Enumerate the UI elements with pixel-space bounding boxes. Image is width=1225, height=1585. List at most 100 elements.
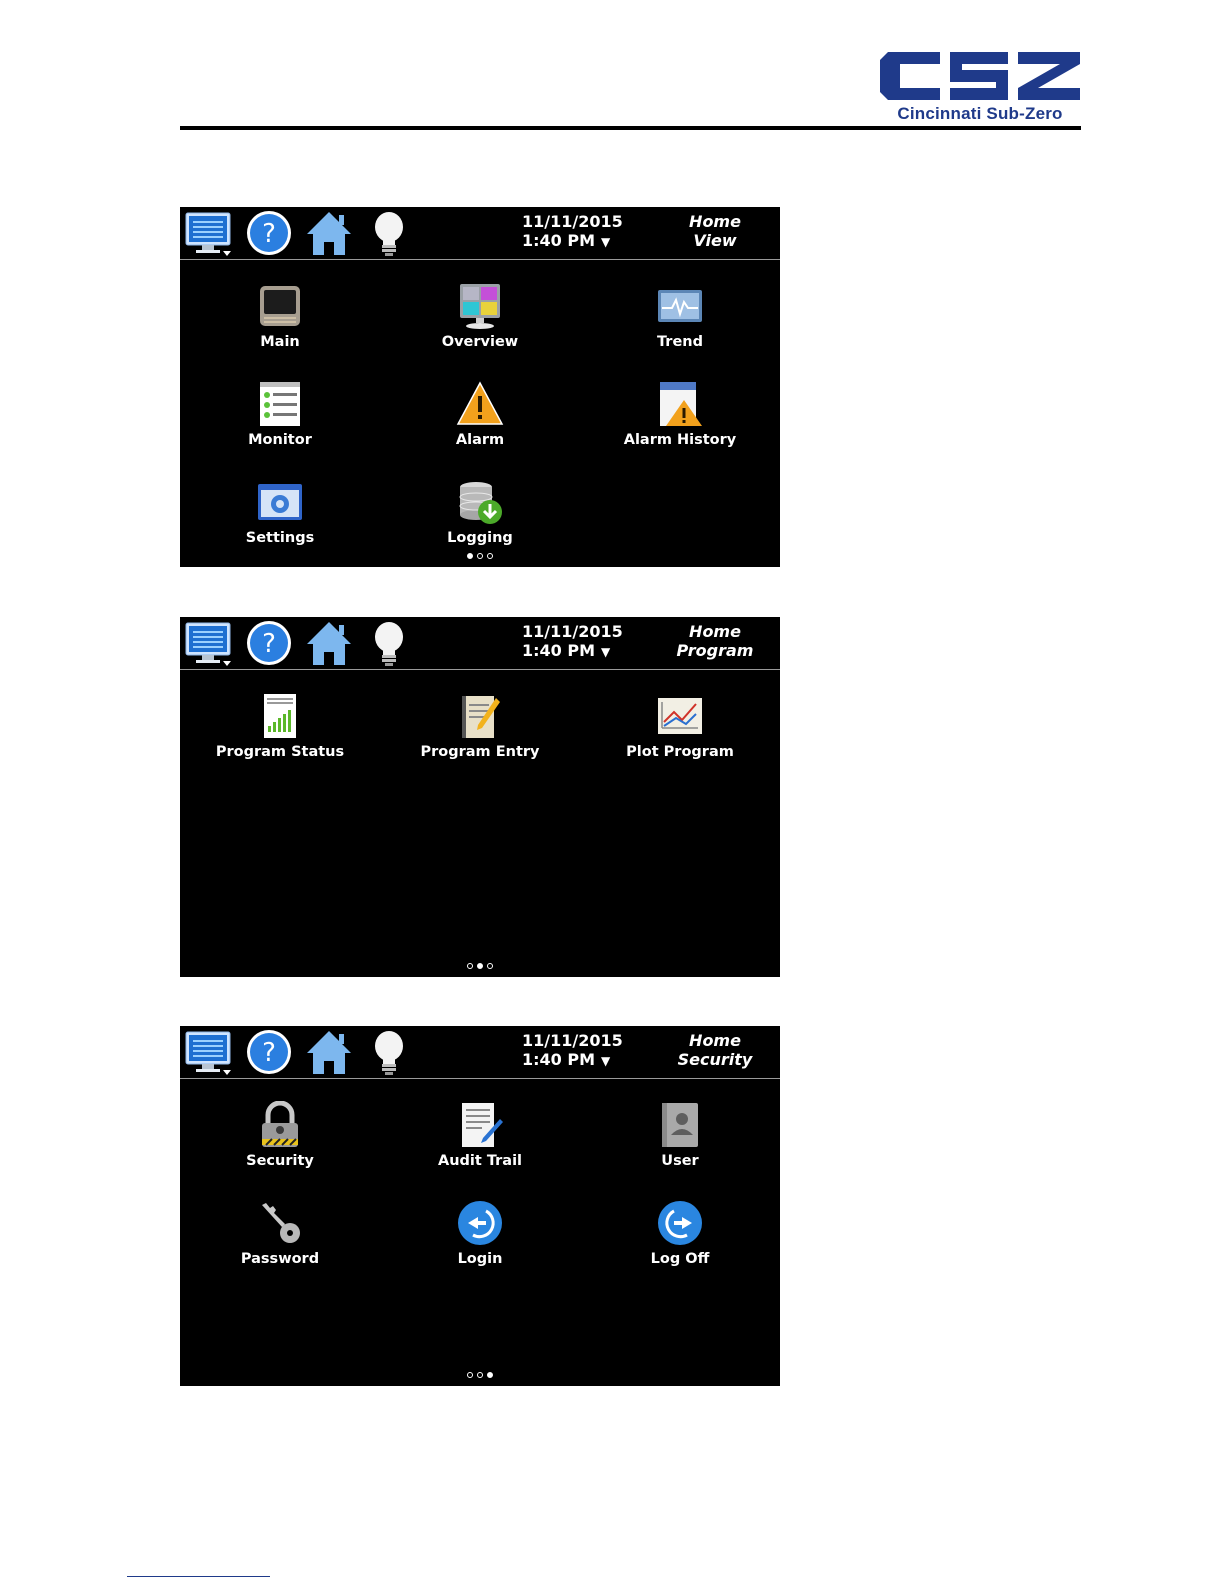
page-dot-2[interactable] xyxy=(477,1372,483,1378)
menu-item-user[interactable]: User xyxy=(580,1079,780,1171)
touch-screen-3: ? 11/11/2015 1:40 PM ▼ Home Security Sec… xyxy=(180,1026,780,1386)
touch-screen-1: ? 11/11/2015 1:40 PM ▼ Home View Main Ov… xyxy=(180,207,780,567)
page-dot-3[interactable] xyxy=(487,963,493,969)
breadcrumb-home: Home xyxy=(689,1031,741,1050)
trend-graph-icon xyxy=(658,290,702,322)
brand-name: Cincinnati Sub-Zero xyxy=(897,104,1063,123)
date-display: 11/11/2015 xyxy=(522,622,623,641)
menu-item-label: Program Status xyxy=(215,744,345,760)
svg-text:?: ? xyxy=(262,629,276,659)
menu-grid: Program Status Program Entry Plot Program xyxy=(180,670,780,960)
menu-item-password[interactable]: Password xyxy=(180,1177,380,1269)
menu-item-main[interactable]: Main xyxy=(180,260,380,352)
monitor-menu-button[interactable] xyxy=(184,619,234,667)
menu-item-label: Log Off xyxy=(650,1251,710,1267)
monitor-icon xyxy=(185,212,231,256)
light-button[interactable] xyxy=(364,619,414,667)
overview-monitor-icon xyxy=(460,284,500,329)
date-display: 11/11/2015 xyxy=(522,1031,623,1050)
home-icon xyxy=(307,212,351,255)
menu-item-label: Overview xyxy=(441,334,519,350)
program-entry-icon xyxy=(462,696,500,738)
menu-item-alarm-history[interactable]: Alarm History xyxy=(580,358,780,450)
menu-item-overview[interactable]: Overview xyxy=(380,260,580,352)
plot-program-icon xyxy=(658,698,702,734)
time-display: 1:40 PM xyxy=(522,1050,596,1069)
csz-logo-mark xyxy=(880,52,1080,100)
menu-item-settings[interactable]: Settings xyxy=(180,456,380,548)
menu-item-alarm[interactable]: Alarm xyxy=(380,358,580,450)
alarm-warning-icon xyxy=(456,381,504,425)
menu-item-label: Alarm xyxy=(455,432,505,448)
menu-item-label: Logging xyxy=(447,530,513,546)
menu-item-label: Program Entry xyxy=(420,744,540,760)
breadcrumb-section: Program xyxy=(676,641,754,660)
menu-item-label: Settings xyxy=(245,530,315,546)
logging-database-icon xyxy=(459,482,502,524)
page-dot-2[interactable] xyxy=(477,963,483,969)
page-dot-3[interactable] xyxy=(487,1372,493,1378)
home-button[interactable] xyxy=(304,209,354,257)
light-button[interactable] xyxy=(364,1028,414,1076)
menu-item-logging[interactable]: Logging xyxy=(380,456,580,548)
menu-item-login[interactable]: Login xyxy=(380,1177,580,1269)
dropdown-arrow-icon: ▼ xyxy=(601,645,611,659)
menu-item-monitor[interactable]: Monitor xyxy=(180,358,380,450)
touch-screen-2: ? 11/11/2015 1:40 PM ▼ Home Program Prog… xyxy=(180,617,780,977)
page-dot-1[interactable] xyxy=(467,963,473,969)
dropdown-arrow-icon: ▼ xyxy=(601,1054,611,1068)
program-status-icon xyxy=(264,694,296,738)
monitor-menu-button[interactable] xyxy=(184,1028,234,1076)
help-icon: ? xyxy=(247,211,291,255)
breadcrumb-section: View xyxy=(693,231,737,250)
home-button[interactable] xyxy=(304,1028,354,1076)
menu-item-program-entry[interactable]: Program Entry xyxy=(380,670,580,762)
help-icon: ? xyxy=(247,621,291,665)
menu-item-program-status[interactable]: Program Status xyxy=(180,670,380,762)
monitor-list-icon xyxy=(260,382,300,426)
help-button[interactable]: ? xyxy=(244,619,294,667)
audit-trail-icon xyxy=(462,1103,503,1147)
user-book-icon xyxy=(662,1103,698,1147)
light-button[interactable] xyxy=(364,209,414,257)
datetime-selector[interactable]: 11/11/2015 1:40 PM ▼ xyxy=(522,212,632,254)
breadcrumb: Home View xyxy=(660,212,770,254)
menu-item-label: Trend xyxy=(657,334,703,350)
settings-gear-icon xyxy=(258,484,302,520)
home-icon xyxy=(307,622,351,665)
page-dot-3[interactable] xyxy=(487,553,493,559)
menu-item-label: Security xyxy=(246,1153,314,1169)
page-dot-1[interactable] xyxy=(467,553,473,559)
menu-item-label: Main xyxy=(260,334,300,350)
help-icon: ? xyxy=(247,1030,291,1074)
monitor-menu-button[interactable] xyxy=(184,209,234,257)
lightbulb-icon xyxy=(375,622,403,666)
menu-item-label: Plot Program xyxy=(626,744,734,760)
datetime-selector[interactable]: 11/11/2015 1:40 PM ▼ xyxy=(522,622,632,664)
password-key-icon xyxy=(262,1203,300,1243)
breadcrumb-section: Security xyxy=(677,1050,753,1069)
page-indicator xyxy=(180,553,780,563)
menu-item-audit-trail[interactable]: Audit Trail xyxy=(380,1079,580,1171)
datetime-selector[interactable]: 11/11/2015 1:40 PM ▼ xyxy=(522,1031,632,1073)
page-dot-1[interactable] xyxy=(467,1372,473,1378)
logoff-arrow-icon xyxy=(658,1201,702,1245)
page-dot-2[interactable] xyxy=(477,553,483,559)
dropdown-arrow-icon: ▼ xyxy=(601,235,611,249)
menu-item-plot-program[interactable]: Plot Program xyxy=(580,670,780,762)
breadcrumb: Home Program xyxy=(660,622,770,664)
home-button[interactable] xyxy=(304,619,354,667)
footer-link-rule xyxy=(127,1576,270,1577)
menu-item-trend[interactable]: Trend xyxy=(580,260,780,352)
help-button[interactable]: ? xyxy=(244,209,294,257)
menu-item-log-off[interactable]: Log Off xyxy=(580,1177,780,1269)
help-button[interactable]: ? xyxy=(244,1028,294,1076)
home-icon xyxy=(307,1031,351,1074)
menu-item-label: Audit Trail xyxy=(437,1153,523,1169)
menu-grid: Main Overview Trend Monitor Alarm Alarm Histo… xyxy=(180,260,780,550)
svg-text:?: ? xyxy=(262,219,276,249)
menu-item-security[interactable]: Security xyxy=(180,1079,380,1171)
time-display: 1:40 PM xyxy=(522,231,596,250)
breadcrumb-home: Home xyxy=(689,212,741,231)
time-display: 1:40 PM xyxy=(522,641,596,660)
